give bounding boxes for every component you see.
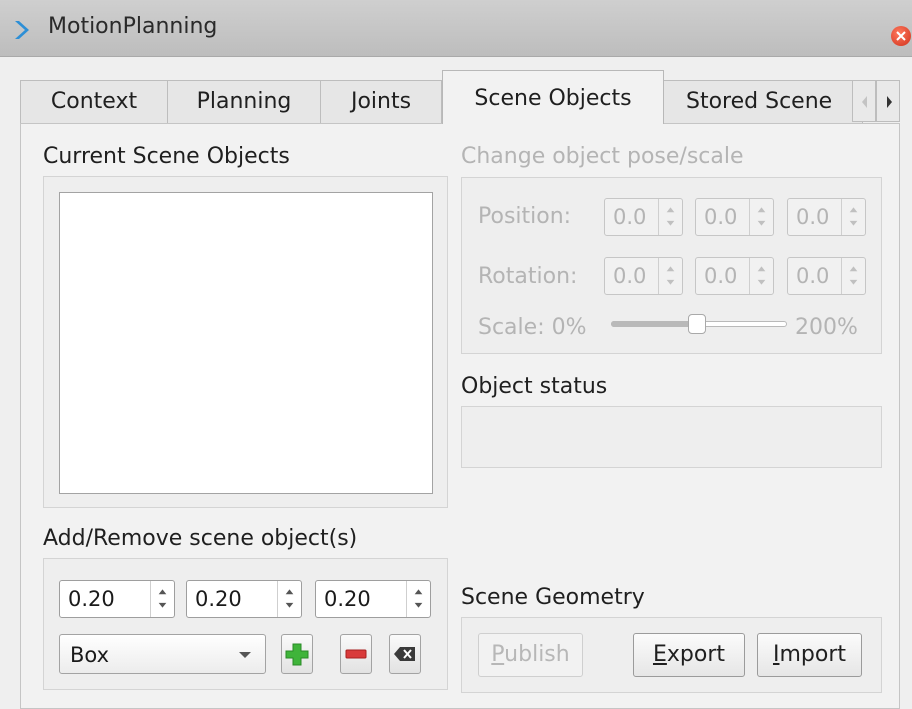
remove-object-button[interactable] [340,634,372,674]
tab-context[interactable]: Context [20,80,168,123]
minus-icon [345,649,367,659]
title-bar: MotionPlanning [0,0,912,57]
tab-planning[interactable]: Planning [167,80,321,123]
tab-scroll-left-button[interactable] [852,80,876,122]
size-z-value: 0.20 [324,587,371,611]
shape-combobox[interactable]: Box [59,634,266,674]
spin-arrows-icon [841,258,858,294]
spin-arrows-icon [749,199,766,235]
position-x-value: 0.0 [613,205,647,229]
clear-objects-button[interactable] [389,634,421,674]
position-z-spinbox[interactable]: 0.0 [787,198,866,236]
export-button[interactable]: Export [633,633,745,677]
import-label: mport [779,642,847,667]
spin-arrows-icon [658,258,675,294]
current-scene-objects-label: Current Scene Objects [43,144,290,169]
size-z-spinbox[interactable]: 0.20 [315,580,431,618]
window-title: MotionPlanning [48,14,218,39]
tab-label: Context [50,89,138,114]
position-y-value: 0.0 [704,205,738,229]
publish-label: ublish [504,642,570,667]
plus-icon [285,643,309,666]
size-y-spinbox[interactable]: 0.20 [186,580,302,618]
publish-mnemonic: P [491,642,505,667]
rotation-y-value: 0.0 [704,264,738,288]
scale-max-label: 200% [795,315,858,340]
add-object-button[interactable] [281,634,313,674]
add-remove-label: Add/Remove scene object(s) [43,526,358,551]
backspace-icon [394,647,415,661]
tab-stored-scenes[interactable]: Stored Scene [663,80,863,123]
shape-value: Box [70,643,110,667]
spin-arrows-icon [150,581,167,617]
size-x-value: 0.20 [68,587,115,611]
rotation-z-value: 0.0 [796,264,830,288]
scene-geometry-label: Scene Geometry [461,585,645,610]
export-label: xport [666,642,726,667]
object-status-box [461,406,882,468]
scale-slider-fill [611,321,699,327]
rotation-x-value: 0.0 [613,264,647,288]
tab-joints[interactable]: Joints [320,80,442,123]
pose-scale-label: Change object pose/scale [461,144,744,169]
close-icon[interactable] [891,26,911,46]
spin-arrows-icon [406,581,423,617]
spin-arrows-icon [841,199,858,235]
tab-scroll-right-button[interactable] [876,80,900,122]
chevron-down-icon [239,652,251,658]
publish-button[interactable]: Publish [478,633,583,677]
chevron-left-icon [862,96,867,108]
tab-label: Scene Objects [474,86,632,111]
position-z-value: 0.0 [796,205,830,229]
import-button[interactable]: Import [757,633,862,677]
tab-label: Stored Scene [686,89,833,114]
rotation-y-spinbox[interactable]: 0.0 [695,257,774,295]
scene-objects-list[interactable] [59,192,433,494]
scale-min-label: Scale: 0% [478,315,587,340]
position-x-spinbox[interactable]: 0.0 [604,198,683,236]
tab-label: Planning [196,89,292,114]
scale-slider-handle[interactable] [688,314,706,334]
chevron-right-icon [887,96,892,108]
rotation-x-spinbox[interactable]: 0.0 [604,257,683,295]
spin-arrows-icon [658,199,675,235]
position-y-spinbox[interactable]: 0.0 [695,198,774,236]
object-status-label: Object status [461,374,608,399]
tab-label: Joints [350,89,412,114]
spin-arrows-icon [277,581,294,617]
export-mnemonic: E [652,642,667,667]
position-label: Position: [478,204,572,229]
tab-scene-objects[interactable]: Scene Objects [442,70,664,124]
rotation-label: Rotation: [478,264,578,289]
size-y-value: 0.20 [195,587,242,611]
size-x-spinbox[interactable]: 0.20 [59,580,175,618]
chevron-right-icon [15,21,29,39]
rotation-z-spinbox[interactable]: 0.0 [787,257,866,295]
spin-arrows-icon [749,258,766,294]
